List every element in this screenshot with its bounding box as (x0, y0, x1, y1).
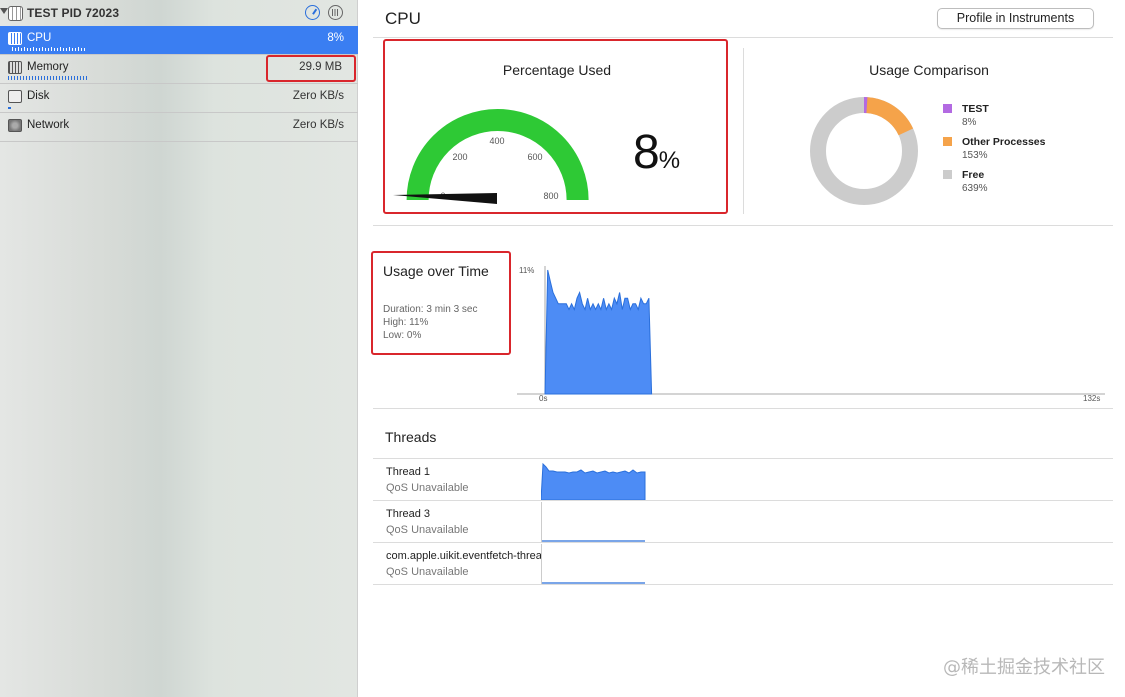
gauge-tick-label: 400 (489, 136, 504, 146)
cpu-sparkline (12, 47, 85, 51)
usage-area-series (544, 269, 653, 395)
thread-qos: QoS Unavailable (386, 482, 469, 494)
sidebar-item-label: Memory (27, 61, 69, 73)
thread-name: com.apple.uikit.eventfetch-thread (386, 550, 542, 562)
legend-swatch (943, 137, 952, 146)
gauge-tick-label: 600 (527, 152, 542, 162)
thread-name: Thread 3 (386, 508, 431, 520)
divider (373, 408, 1113, 409)
legend-name: Free (962, 169, 985, 181)
divider (373, 458, 1113, 459)
divider (373, 500, 1113, 501)
sidebar: TEST PID 72023 CPU 8% Memory 29.9 MB Dis… (0, 0, 358, 697)
gauge-icon[interactable] (305, 5, 320, 20)
divider (373, 37, 1113, 38)
x-axis-end-label: 132s (1083, 394, 1100, 403)
disk-icon (8, 90, 22, 103)
legend-name: Other Processes (962, 136, 1046, 148)
activity-monitor-window: TEST PID 72023 CPU 8% Memory 29.9 MB Dis… (0, 0, 1125, 697)
usage-low: Low: 0% (383, 330, 422, 341)
sidebar-item-disk[interactable]: Disk Zero KB/s (0, 84, 358, 113)
cpu-icon (8, 32, 22, 45)
eventfetch-thread-chart (541, 544, 645, 584)
thread-3-chart (541, 502, 645, 542)
divider (373, 225, 1113, 226)
divider (373, 584, 1113, 585)
usage-duration: Duration: 3 min 3 sec (383, 304, 478, 315)
sidebar-item-label: Network (27, 119, 70, 131)
legend-name: TEST (962, 103, 989, 115)
percentage-unit: % (658, 147, 680, 174)
x-axis-start-label: 0s (539, 394, 547, 403)
usage-comparison-title: Usage Comparison (869, 62, 989, 78)
thread-1-chart (541, 462, 646, 500)
usage-over-time-title: Usage over Time (383, 263, 489, 279)
gauge-arc (406, 109, 589, 201)
thread-qos: QoS Unavailable (386, 524, 469, 536)
cpu-percentage-value: 8% (633, 125, 680, 180)
legend-value: 153% (962, 150, 988, 161)
y-axis-label: 11% (519, 266, 534, 275)
sidebar-item-network[interactable]: Network Zero KB/s (0, 113, 358, 142)
watermark: @稀土掘金技术社区 (943, 657, 1105, 678)
gauge-tick-label: 800 (543, 191, 558, 201)
usage-over-time-chart: 11% 0s 132s (517, 266, 1105, 403)
legend-swatch (943, 170, 952, 179)
disclosure-triangle-icon[interactable] (0, 8, 8, 14)
percentage-used-title: Percentage Used (502, 62, 612, 78)
pause-icon[interactable] (328, 5, 343, 20)
usage-high: High: 11% (383, 317, 429, 328)
process-title: TEST PID 72023 (27, 6, 120, 20)
sidebar-item-cpu[interactable]: CPU 8% (0, 26, 358, 55)
disk-sparkline (8, 107, 11, 109)
memory-highlight-box (266, 55, 356, 82)
cpu-detail-panel: CPU Profile in Instruments Percentage Us… (359, 0, 1125, 697)
thread-qos: QoS Unavailable (386, 566, 469, 578)
divider (373, 542, 1113, 543)
gauge-tick-label: 200 (452, 152, 467, 162)
process-header[interactable]: TEST PID 72023 (0, 0, 358, 26)
profile-in-instruments-button[interactable]: Profile in Instruments (937, 8, 1094, 29)
thread-name: Thread 1 (386, 466, 431, 478)
network-icon (8, 119, 22, 132)
legend-value: 8% (962, 117, 977, 128)
page-title: CPU (385, 9, 421, 28)
memory-icon (8, 61, 22, 74)
sidebar-item-value: 8% (327, 32, 344, 44)
sidebar-item-label: Disk (27, 90, 50, 102)
memory-sparkline (8, 76, 87, 80)
percentage-number: 8 (633, 126, 660, 179)
threads-title: Threads (385, 429, 437, 445)
thread-1-area (541, 462, 646, 500)
cpu-gauge: 0 200 400 600 800 (393, 109, 589, 204)
process-icon (8, 6, 23, 21)
sidebar-item-label: CPU (27, 32, 52, 44)
usage-donut-chart (810, 97, 918, 205)
sidebar-item-value: Zero KB/s (292, 90, 344, 102)
legend-value: 639% (962, 183, 988, 194)
legend-swatch (943, 104, 952, 113)
sidebar-item-value: Zero KB/s (292, 119, 344, 131)
